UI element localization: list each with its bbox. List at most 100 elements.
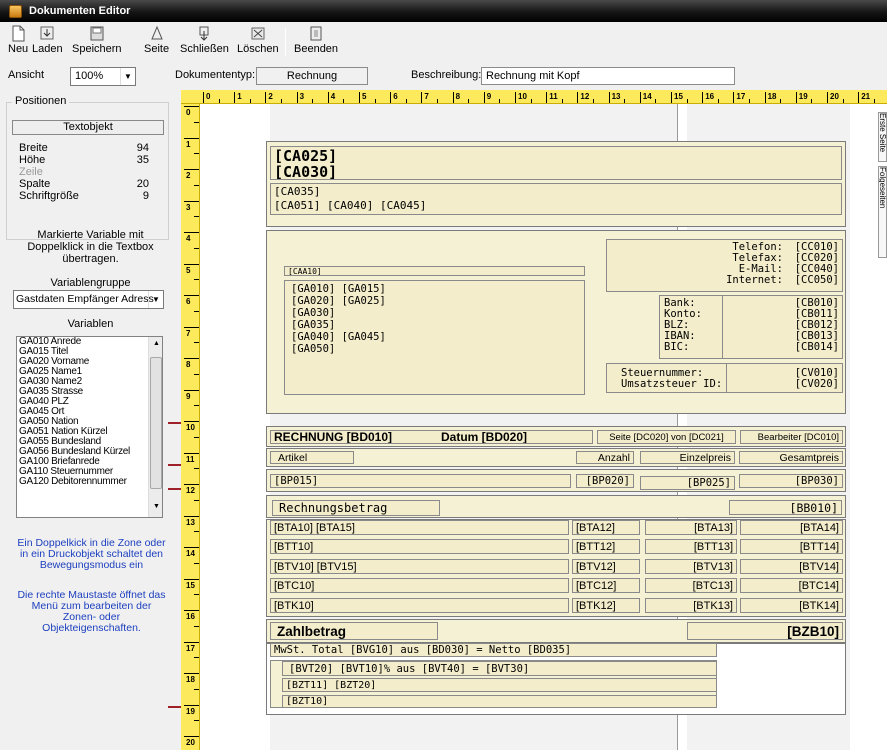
ruler-label: 6 [393,92,398,101]
total-col-b[interactable]: [BTT13] [645,539,737,554]
payment-amount-value[interactable]: [BZB10] [687,622,843,640]
position-text-box[interactable]: [BP015] [270,474,571,488]
ruler-tick [483,92,485,103]
exit-icon [308,25,324,42]
position-quantity-box[interactable]: [BP020] [576,474,634,488]
column-quantity[interactable]: Anzahl [576,451,634,464]
ruler-label: 16 [186,612,195,621]
total-col-c[interactable]: [BTT14] [740,539,843,554]
tab-following-pages[interactable]: Folgeseiten [878,166,887,258]
total-col-a[interactable]: [BTA12] [572,520,640,535]
ruler-tick [194,499,199,501]
load-button[interactable]: Laden [32,22,63,62]
total-col-a[interactable]: [BTC12] [572,578,640,593]
ruler-marker [168,488,182,490]
variables-list[interactable]: GA010 Anrede GA015 Titel GA020 Vorname GA02… [16,336,163,518]
company-name-box[interactable]: [CA025] [CA030] [270,146,842,180]
object-type-button[interactable]: Textobjekt [12,120,164,135]
ruler-tick [194,688,199,690]
total-label[interactable]: [BTC10] [270,578,569,593]
save-button[interactable]: Speichern [72,22,122,62]
ruler-label: 0 [186,108,191,117]
ruler-label: 17 [186,643,195,653]
invoice-amount-value[interactable]: [BB010] [729,500,842,515]
column-unit-price[interactable]: Einzelpreis [640,451,735,464]
ruler-tick [194,342,199,344]
page-button[interactable]: Seite [144,22,169,62]
scroll-up-icon[interactable]: ▲ [153,340,160,347]
vat-detail-box[interactable]: [BVT20] [BVT10]% aus [BVT40] = [BVT30] [282,661,717,676]
ruler-label: 14 [186,549,195,558]
total-col-b[interactable]: [BTA13] [645,520,737,535]
total-label[interactable]: [BTV10] [BTV15] [270,559,569,574]
ruler-label: 13 [611,92,621,101]
recipient-address-box[interactable]: [GA010] [GA015] [GA020] [GA025] [GA030] … [284,280,585,395]
ruler-label: 7 [186,328,191,338]
ruler-tick [858,92,860,103]
delete-button[interactable]: Löschen [237,22,279,62]
position-unit-price-box[interactable]: [BP025] [640,476,735,490]
exit-button[interactable]: Beenden [294,22,338,62]
address-header-box[interactable]: [CAA10] [284,266,585,276]
ruler-tick [184,137,199,139]
ruler-tick [405,99,407,103]
column-total-price[interactable]: Gesamtpreis [739,451,843,464]
column-article[interactable]: Artikel [270,451,354,464]
description-input[interactable]: Rechnung mit Kopf [481,67,735,85]
ruler-tick [203,92,204,103]
scroll-down-icon[interactable]: ▼ [153,503,160,510]
ruler-label: 2 [186,171,191,180]
hint-menu-line4: Objekteigenschaften. [42,622,141,634]
ruler-tick [249,99,251,103]
total-col-a[interactable]: [BTV12] [572,559,640,574]
ruler-tick [184,263,199,265]
company-address-box[interactable]: [CA035] [CA051] [CA040] [CA045] [270,183,842,215]
ruler-tick [194,562,199,564]
variable-group-select[interactable]: Gastdaten Empfänger Adress ▼ [13,290,164,309]
ruler-tick [184,326,199,328]
invoice-number-box[interactable]: RECHNUNG [BD010] Datum [BD020] [270,430,593,444]
vat-total-box[interactable]: MwSt. Total [BVG10] aus [BD030] = Netto … [270,643,717,657]
total-col-b[interactable]: [BTK13] [645,598,737,613]
total-col-c[interactable]: [BTA14] [740,520,843,535]
variable-list-item[interactable]: GA120 Debitorennummer [17,477,162,487]
left-panel: Positionen Textobjekt Breite 94 Höhe 35 Ze… [0,90,181,750]
clerk-box[interactable]: Bearbeiter [DC010] [740,430,843,444]
ruler-tick [312,99,314,103]
scrollbar-thumb[interactable] [150,357,162,489]
zoom-select[interactable]: 100% ▼ [70,67,136,86]
total-col-c[interactable]: [BTV14] [740,559,843,574]
ruler-label: 3 [186,202,191,212]
vat-note-box[interactable]: [BZT10] [282,695,717,708]
bank-box[interactable]: Bank: Konto: BLZ: IBAN: BIC: [CB010] [CB… [659,295,843,359]
total-col-a[interactable]: [BTT12] [572,539,640,554]
ruler-label: 15 [674,92,683,101]
contact-box[interactable]: Telefon: Telefax: E-Mail: Internet: [CC0… [606,239,843,292]
total-col-a[interactable]: [BTK12] [572,598,640,613]
ruler-tick [343,99,345,103]
vat-extra-box[interactable]: [BZT11] [BZT20] [282,678,717,692]
total-col-c[interactable]: [BTC14] [740,578,843,593]
total-col-b[interactable]: [BTC13] [645,578,737,593]
total-label[interactable]: [BTA10] [BTA15] [270,520,569,535]
ruler-tick [218,99,220,103]
page-count-box[interactable]: Seite [DC020] von [DC021] [597,430,736,444]
invoice-amount-label[interactable]: Rechnungsbetrag [272,500,440,516]
total-label[interactable]: [BTK10] [270,598,569,613]
position-total-box[interactable]: [BP030] [739,474,843,488]
total-label[interactable]: [BTT10] [270,539,569,554]
tax-box[interactable]: Steuernummer: Umsatzsteuer ID: [CV010] [… [606,363,843,393]
toolbar: Neu Laden Speichern Seite Schließen Lösc… [0,22,887,62]
total-col-b[interactable]: [BTV13] [645,559,737,574]
hint-variable-line2: Doppelklick in die Textbox [27,241,154,253]
ruler-tick [194,468,199,470]
tab-first-page[interactable]: Erste Seite [878,112,887,162]
variables-scrollbar[interactable]: ▲ ▼ [148,337,162,517]
payment-amount-label[interactable]: Zahlbetrag [270,622,438,640]
ruler-tick [717,99,719,103]
total-col-c[interactable]: [BTK14] [740,598,843,613]
new-button[interactable]: Neu [8,22,28,62]
close-button[interactable]: Schließen [180,22,229,62]
invoice-number: RECHNUNG [BD010] [274,430,393,444]
ruler-label: 1 [237,92,242,101]
